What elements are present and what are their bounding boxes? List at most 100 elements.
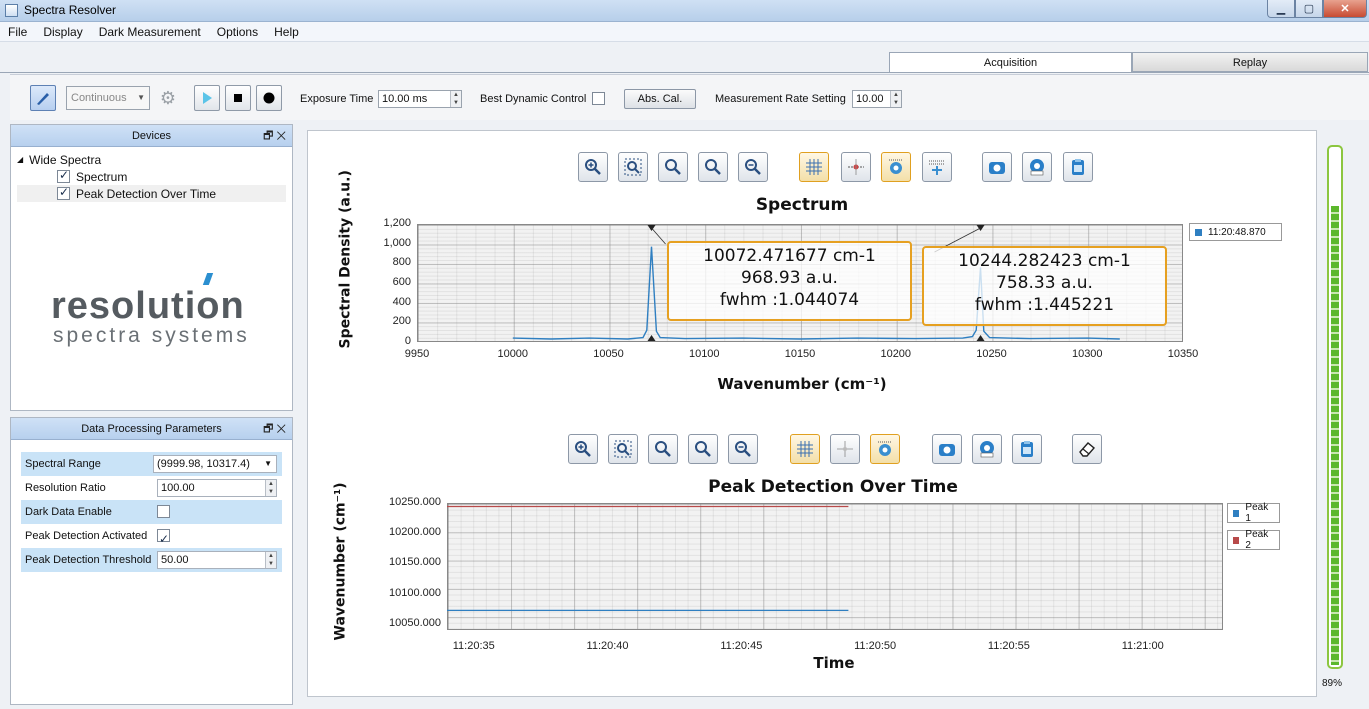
peak-detection-checkbox[interactable] bbox=[57, 185, 70, 200]
spectrum-chart-title: Spectrum bbox=[755, 195, 849, 215]
zoom-x-button[interactable] bbox=[648, 434, 678, 464]
dark-data-enable-checkbox[interactable] bbox=[157, 505, 170, 518]
tab-replay[interactable]: Replay bbox=[1132, 52, 1368, 72]
zoom-in-icon bbox=[575, 441, 591, 457]
peak-marker-button[interactable] bbox=[870, 434, 900, 464]
best-dynamic-control-checkbox[interactable] bbox=[592, 92, 605, 105]
crosshair-button[interactable] bbox=[841, 152, 871, 182]
tree-item-spectrum[interactable]: Spectrum bbox=[17, 168, 286, 185]
peak-x-axis-title: Time bbox=[813, 654, 855, 672]
record-button[interactable] bbox=[256, 85, 282, 111]
close-button[interactable]: ✕ bbox=[1323, 0, 1367, 18]
exposure-time-input[interactable]: 10.00 ms ▲ ▼ bbox=[378, 90, 462, 108]
maximize-button[interactable]: ▢ bbox=[1295, 0, 1323, 18]
zoom-out-button[interactable] bbox=[728, 434, 758, 464]
spectrum-y-tick: 800 bbox=[392, 256, 411, 269]
minimize-button[interactable]: ▁ bbox=[1267, 0, 1295, 18]
crosshair-button[interactable] bbox=[830, 434, 860, 464]
spectrum-x-tick: 10300 bbox=[1071, 348, 1103, 360]
peak-2-amplitude: 758.33 a.u. bbox=[996, 273, 1093, 293]
peak-x-tick: 11:20:35 bbox=[452, 640, 495, 652]
peak-1-wavenumber: 10072.471677 cm-1 bbox=[703, 246, 876, 266]
spectrum-x-tick: 10150 bbox=[784, 348, 816, 360]
spectrum-checkbox[interactable] bbox=[57, 168, 70, 183]
zoom-box-button[interactable] bbox=[608, 434, 638, 464]
menu-options[interactable]: Options bbox=[217, 25, 258, 39]
save-data-button[interactable] bbox=[1012, 434, 1042, 464]
target-icon bbox=[889, 159, 903, 174]
tree-item-label: Wide Spectra bbox=[29, 152, 102, 167]
peak-threshold-input[interactable]: 50.00 ▲ ▼ bbox=[157, 551, 277, 569]
spin-arrows-icon[interactable]: ▲ ▼ bbox=[450, 91, 461, 107]
grid-toggle-button[interactable] bbox=[790, 434, 820, 464]
peak-y-tick: 10200.000 bbox=[389, 526, 441, 539]
zoom-x-button[interactable] bbox=[658, 152, 688, 182]
gauge-percent-label: 89% bbox=[1322, 678, 1343, 689]
zoom-out-button[interactable] bbox=[738, 152, 768, 182]
peak-x-tick: 11:20:40 bbox=[586, 640, 629, 652]
param-row-peak-threshold: Peak Detection Threshold 50.00 ▲ ▼ bbox=[21, 548, 282, 572]
zoom-box-icon bbox=[614, 440, 632, 458]
resolution-ratio-input[interactable]: 100.00 ▲ ▼ bbox=[157, 479, 277, 497]
zoom-y-icon bbox=[705, 159, 721, 175]
param-label: Spectral Range bbox=[25, 458, 101, 470]
grid-toggle-button[interactable] bbox=[799, 152, 829, 182]
spin-arrows-icon[interactable]: ▲ ▼ bbox=[265, 480, 276, 496]
snapshot-button[interactable] bbox=[982, 152, 1012, 182]
cursor-button[interactable] bbox=[922, 152, 952, 182]
abs-cal-button[interactable]: Abs. Cal. bbox=[624, 89, 696, 109]
peak-marker-button[interactable] bbox=[881, 152, 911, 182]
devices-panel-title: Devices bbox=[131, 130, 172, 142]
zoom-box-button[interactable] bbox=[618, 152, 648, 182]
spectrum-x-tick: 9950 bbox=[404, 348, 430, 360]
logo-wordmark: resolution bbox=[51, 285, 245, 327]
panel-float-close-icon[interactable]: 🗗 ✕ bbox=[263, 418, 286, 440]
export-image-button[interactable] bbox=[972, 434, 1002, 464]
pen-tool-button[interactable] bbox=[30, 85, 56, 111]
peak-1-legend: Peak 1 bbox=[1227, 502, 1280, 524]
zoom-in-button[interactable] bbox=[578, 152, 608, 182]
zoom-y-button[interactable] bbox=[688, 434, 718, 464]
menu-display[interactable]: Display bbox=[43, 25, 82, 39]
clear-button[interactable] bbox=[1072, 434, 1102, 464]
spin-arrows-icon[interactable]: ▲ ▼ bbox=[890, 91, 901, 107]
panel-float-close-icon[interactable]: 🗗 ✕ bbox=[263, 125, 286, 147]
tree-item-label: Spectrum bbox=[76, 169, 128, 184]
measurement-rate-input[interactable]: 10.00 ▲ ▼ bbox=[852, 90, 902, 108]
legend-swatch bbox=[1195, 228, 1202, 236]
peak-detection-activated-checkbox[interactable] bbox=[157, 527, 170, 551]
peak-2-legend: Peak 2 bbox=[1227, 529, 1280, 551]
play-button[interactable] bbox=[194, 85, 220, 111]
legend-label: Peak 2 bbox=[1245, 529, 1269, 551]
spectrum-x-tick: 10250 bbox=[976, 348, 1007, 360]
export-image-button[interactable] bbox=[1022, 152, 1052, 182]
peak-y-tick: 10250.000 bbox=[389, 496, 441, 508]
zoom-x-icon bbox=[655, 441, 671, 457]
parameters-list: Spectral Range (9999.98, 10317.4) ▼ Reso… bbox=[11, 440, 292, 584]
peak-2-fwhm: fwhm :1.445221 bbox=[974, 295, 1115, 315]
tree-item-peak-detection[interactable]: Peak Detection Over Time bbox=[17, 185, 286, 202]
cursor-icon bbox=[929, 160, 945, 175]
gear-export-icon bbox=[980, 441, 994, 458]
snapshot-button[interactable] bbox=[932, 434, 962, 464]
zoom-in-button[interactable] bbox=[568, 434, 598, 464]
zoom-y-button[interactable] bbox=[698, 152, 728, 182]
save-data-button[interactable] bbox=[1063, 152, 1093, 182]
menu-file[interactable]: File bbox=[8, 25, 27, 39]
spectral-range-select[interactable]: (9999.98, 10317.4) ▼ bbox=[153, 455, 277, 473]
stop-button[interactable] bbox=[225, 85, 251, 111]
spectrum-y-tick: 400 bbox=[392, 295, 411, 308]
tree-item-wide-spectra[interactable]: ◢ Wide Spectra bbox=[17, 151, 286, 168]
tree-item-label: Peak Detection Over Time bbox=[76, 186, 217, 201]
zoom-in-icon bbox=[585, 159, 601, 175]
logo-tagline: spectra systems bbox=[53, 324, 250, 347]
tab-acquisition[interactable]: Acquisition bbox=[889, 52, 1132, 73]
peak-y-tick: 10100.000 bbox=[389, 586, 441, 599]
acquisition-mode-select[interactable]: Continuous ▼ bbox=[66, 86, 150, 110]
measurement-rate-label: Measurement Rate Setting bbox=[715, 93, 846, 105]
expand-triangle-icon[interactable]: ◢ bbox=[17, 155, 23, 164]
menu-help[interactable]: Help bbox=[274, 25, 299, 39]
gear-icon[interactable]: ⚙ bbox=[156, 86, 180, 110]
menu-dark-measurement[interactable]: Dark Measurement bbox=[99, 25, 201, 39]
spin-arrows-icon[interactable]: ▲ ▼ bbox=[265, 552, 276, 568]
